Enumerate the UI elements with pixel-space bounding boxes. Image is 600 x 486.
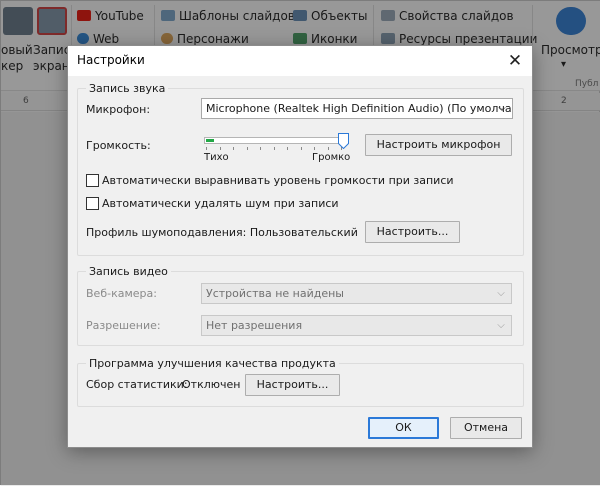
ok-button[interactable]: ОК [368,417,439,439]
volume-tick [220,147,221,150]
resolution-select-value: Нет разрешения [206,319,303,332]
volume-ticks [206,147,342,151]
chevron-down-icon: ⌵ [498,103,506,114]
volume-label: Громкость: [86,139,151,152]
resolution-select[interactable]: Нет разрешения ⌵ [201,315,512,336]
video-recording-legend: Запись видео [89,265,168,278]
microphone-label: Микрофон: [86,103,151,116]
close-button[interactable]: ✕ [502,48,528,74]
volume-tick [287,147,288,150]
chevron-down-icon: ⌵ [497,288,505,299]
audio-recording-legend: Запись звука [89,82,166,95]
volume-track [204,137,344,144]
chevron-down-icon: ⌵ [497,320,505,331]
volume-low-label: Тихо [204,152,229,163]
auto-level-label[interactable]: Автоматически выравнивать уровень громко… [102,174,454,187]
volume-tick [328,147,329,150]
dialog-titlebar[interactable]: Настройки ✕ [68,46,532,76]
improvement-setup-button[interactable]: Настроить... [245,374,340,396]
volume-tick [233,147,234,150]
resolution-label: Разрешение: [86,319,161,332]
volume-tick [206,147,207,150]
auto-level-checkbox[interactable] [86,174,99,187]
stats-label: Сбор статистики: [86,378,188,391]
input-level-meter [206,139,214,142]
volume-high-label: Громко [312,152,351,163]
volume-slider[interactable] [204,133,349,153]
volume-tick [274,147,275,150]
volume-tick [314,147,315,150]
webcam-select[interactable]: Устройства не найдены ⌵ [201,283,512,304]
volume-slider-thumb[interactable] [338,133,349,149]
stats-value: Отключен [182,378,241,391]
volume-tick [260,147,261,150]
noise-setup-button[interactable]: Настроить... [365,221,460,243]
microphone-select[interactable]: Microphone (Realtek High Definition Audi… [201,98,513,119]
noise-profile-label: Профиль шумоподавления: Пользовательский [86,226,358,239]
improvement-program-legend: Программа улучшения качества продукта [89,357,336,370]
auto-noise-checkbox[interactable] [86,197,99,210]
volume-tick [301,147,302,150]
dialog-title: Настройки [77,53,145,67]
volume-tick [247,147,248,150]
close-icon: ✕ [507,51,523,71]
settings-dialog: Настройки ✕ Запись звука Микрофон: Micro… [67,45,533,448]
microphone-select-value: Microphone (Realtek High Definition Audi… [206,102,513,115]
auto-noise-label[interactable]: Автоматически удалять шум при записи [102,197,339,210]
setup-microphone-button[interactable]: Настроить микрофон [365,134,512,156]
cancel-button[interactable]: Отмена [450,417,522,439]
webcam-select-value: Устройства не найдены [206,287,344,300]
webcam-label: Веб-камера: [86,287,157,300]
